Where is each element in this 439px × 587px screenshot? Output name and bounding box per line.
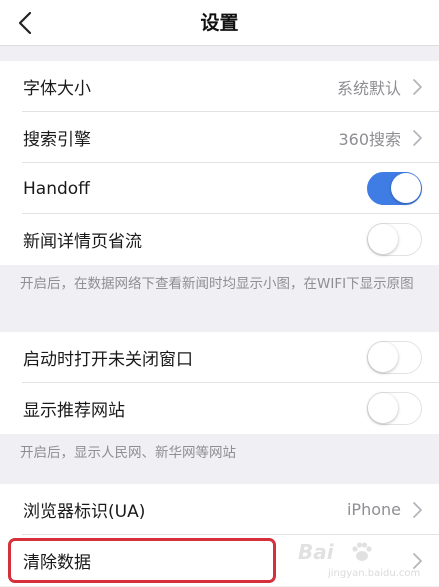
page-title: 设置 xyxy=(200,12,239,34)
handoff-row: Handoff xyxy=(0,163,439,214)
news-data-saver-note: 开启后，在数据网络下查看新闻时均显示小图，在WIFI下显示原图 xyxy=(20,276,414,292)
recommended-sites-label: 显示推荐网站 xyxy=(23,401,125,421)
search-engine-row[interactable]: 搜索引擎 360搜索 xyxy=(0,112,439,163)
clear-data-row[interactable]: 清除数据 xyxy=(0,535,439,586)
recommended-sites-toggle[interactable] xyxy=(367,392,422,425)
settings-group-data: 浏览器标识(UA) iPhone 清除数据 xyxy=(0,484,439,586)
clear-data-label: 清除数据 xyxy=(23,553,91,573)
news-data-saver-toggle[interactable] xyxy=(367,223,422,256)
font-size-label: 字体大小 xyxy=(23,79,91,99)
settings-group-general: 字体大小 系统默认 搜索引擎 360搜索 Handoff 新闻详情页省流 xyxy=(0,61,439,265)
reopen-tabs-label: 启动时打开未关闭窗口 xyxy=(23,350,193,370)
chevron-right-icon xyxy=(413,553,422,569)
handoff-label: Handoff xyxy=(23,178,90,199)
user-agent-label: 浏览器标识(UA) xyxy=(23,502,146,522)
font-size-value: 系统默认 xyxy=(336,78,401,98)
chevron-right-icon xyxy=(413,79,422,95)
chevron-right-icon xyxy=(413,130,422,146)
toggle-knob xyxy=(368,342,398,372)
reopen-tabs-toggle[interactable] xyxy=(367,341,422,374)
settings-group-startup: 启动时打开未关闭窗口 显示推荐网站 xyxy=(0,332,439,434)
handoff-toggle[interactable] xyxy=(367,172,422,205)
toggle-knob xyxy=(368,224,398,254)
font-size-row[interactable]: 字体大小 系统默认 xyxy=(0,61,439,112)
reopen-tabs-row: 启动时打开未关闭窗口 xyxy=(0,332,439,383)
news-data-saver-row: 新闻详情页省流 xyxy=(0,214,439,265)
chevron-right-icon xyxy=(413,502,422,518)
toggle-knob xyxy=(368,393,398,423)
recommended-sites-row: 显示推荐网站 xyxy=(0,383,439,434)
news-data-saver-label: 新闻详情页省流 xyxy=(23,232,142,252)
navigation-bar: 设置 xyxy=(0,0,439,46)
search-engine-value: 360搜索 xyxy=(338,129,401,149)
toggle-knob xyxy=(391,173,421,203)
search-engine-label: 搜索引擎 xyxy=(23,130,91,150)
user-agent-value: iPhone xyxy=(346,500,401,519)
recommended-sites-note: 开启后，显示人民网、新华网等网站 xyxy=(20,445,236,461)
user-agent-row[interactable]: 浏览器标识(UA) iPhone xyxy=(0,484,439,535)
